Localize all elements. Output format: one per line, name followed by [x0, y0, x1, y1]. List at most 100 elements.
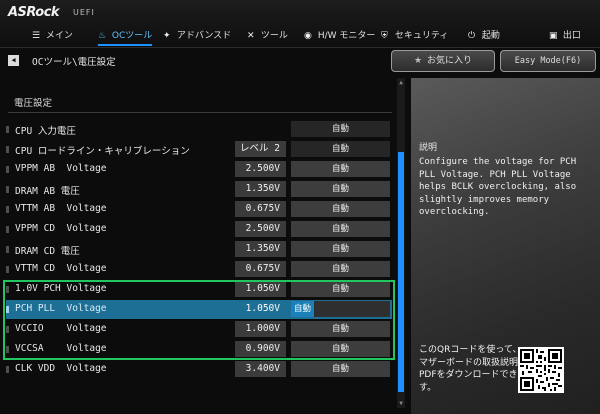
row-marker — [6, 126, 9, 133]
row-marker — [6, 346, 9, 353]
setting-label: CPU 入力電圧 — [15, 126, 76, 137]
help-panel: 説明 Configure the voltage for PCH PLL Vol… — [411, 78, 600, 414]
setting-row-vttm-ab[interactable]: VTTM AB Voltage 0.675V 自動 — [6, 200, 392, 219]
breadcrumb-bar: ◀ OCツール\電圧設定 — [0, 50, 396, 72]
tab-label: セキュリティ — [394, 31, 449, 41]
favorites-label: お気に入り — [427, 56, 473, 66]
tab-label: OCツール — [111, 31, 153, 41]
setting-value[interactable]: 1.050V — [235, 281, 286, 297]
setting-value[interactable]: 0.900V — [235, 341, 286, 357]
setting-mode-button[interactable]: 自動 — [291, 201, 390, 217]
favorites-button[interactable]: ★ お気に入り — [391, 50, 495, 72]
setting-value[interactable]: 1.350V — [235, 241, 286, 257]
qr-code-icon — [518, 347, 564, 393]
setting-row-vppm-cd[interactable]: VPPM CD Voltage 2.500V 自動 — [6, 220, 392, 239]
qr-description: このQRコードを使って、マザーボードの取扱説明書PDFをダウンロードできます。 — [419, 345, 528, 393]
row-marker — [6, 206, 9, 213]
setting-row-clk-vdd[interactable]: CLK VDD Voltage 3.400V 自動 — [6, 360, 392, 379]
setting-mode-button[interactable]: 自動 — [291, 221, 390, 237]
row-marker — [6, 366, 9, 373]
setting-label: 1.0V PCH Voltage — [15, 283, 107, 294]
setting-row-pch-pll[interactable]: PCH PLL Voltage 1.050V 自動 — [6, 300, 392, 319]
tab-label: 出口 — [562, 31, 581, 41]
row-marker — [6, 186, 9, 193]
tab-main[interactable]: ☰ メイン — [32, 26, 73, 46]
tab-advanced[interactable]: ✦ アドバンスド — [163, 26, 231, 46]
setting-label: VPPM CD Voltage — [15, 223, 107, 234]
back-button[interactable]: ◀ — [8, 55, 19, 66]
setting-value[interactable]: 1.050V — [235, 301, 286, 317]
setting-row-vppm-ab[interactable]: VPPM AB Voltage 2.500V 自動 — [6, 160, 392, 179]
section-divider — [8, 112, 392, 113]
scroll-up-icon[interactable]: ▲ — [397, 78, 405, 87]
auto-badge: 自動 — [291, 301, 315, 317]
easy-mode-button[interactable]: Easy Mode(F6) — [500, 50, 596, 72]
row-marker — [6, 166, 9, 173]
setting-value[interactable]: レベル 2 — [235, 141, 286, 157]
setting-mode-button[interactable]: 自動 — [291, 361, 390, 377]
setting-value[interactable]: 3.400V — [235, 361, 286, 377]
tab-label: ツール — [260, 31, 288, 41]
scrollbar-thumb[interactable] — [398, 152, 404, 392]
setting-mode-button[interactable]: 自動 — [291, 301, 390, 317]
help-description: Configure the voltage for PCH PLL Voltag… — [419, 157, 577, 217]
setting-mode-button[interactable]: 自動 — [291, 161, 390, 177]
setting-row-dram-ab[interactable]: DRAM AB 電圧 1.350V 自動 — [6, 180, 392, 199]
setting-mode-button[interactable]: 自動 — [291, 261, 390, 277]
setting-value[interactable]: 2.500V — [235, 221, 286, 237]
tab-label: 起動 — [481, 31, 500, 41]
scroll-down-icon[interactable]: ▼ — [397, 399, 405, 408]
setting-row-vccsa[interactable]: VCCSA Voltage 0.900V 自動 — [6, 340, 392, 359]
setting-row-vttm-cd[interactable]: VTTM CD Voltage 0.675V 自動 — [6, 260, 392, 279]
tab-boot[interactable]: ⏻ 起動 — [468, 26, 500, 46]
flame-icon: ♨ — [98, 31, 107, 41]
row-marker — [6, 306, 9, 313]
setting-mode-button[interactable]: 自動 — [291, 181, 390, 197]
setting-row-cpu-input-voltage[interactable]: CPU 入力電圧 自動 — [6, 120, 392, 139]
setting-mode-button[interactable]: 自動 — [291, 141, 390, 157]
row-marker — [6, 146, 9, 153]
row-marker — [6, 286, 9, 293]
star-icon: ★ — [413, 56, 423, 66]
setting-label: VCCIO Voltage — [15, 323, 107, 334]
setting-label: VTTM AB Voltage — [15, 203, 107, 214]
row-marker — [6, 266, 9, 273]
help-title: 説明 — [419, 143, 438, 153]
setting-mode-button[interactable]: 自動 — [291, 121, 390, 137]
tab-oc-tools[interactable]: ♨ OCツール — [98, 26, 153, 46]
row-marker — [6, 326, 9, 333]
setting-mode-button[interactable]: 自動 — [291, 341, 390, 357]
row-marker — [6, 246, 9, 253]
setting-value[interactable]: 1.350V — [235, 181, 286, 197]
setting-label: VCCSA Voltage — [15, 343, 107, 354]
tab-security[interactable]: ⛨ セキュリティ — [381, 26, 448, 46]
setting-label: DRAM AB 電圧 — [15, 186, 80, 197]
setting-mode-button[interactable]: 自動 — [291, 281, 390, 297]
tab-tools[interactable]: ✕ ツール — [247, 26, 288, 46]
setting-value[interactable]: 0.675V — [235, 261, 286, 277]
setting-row-cpu-load-line[interactable]: CPU ロードライン・キャリブレーション レベル 2 自動 — [6, 140, 392, 159]
setting-mode-button[interactable]: 自動 — [291, 241, 390, 257]
setting-value[interactable]: 2.500V — [235, 161, 286, 177]
tab-exit[interactable]: ▣ 出口 — [549, 26, 581, 46]
tab-label: アドバンスド — [176, 31, 232, 41]
asrock-logo: ASRock — [8, 5, 60, 20]
row-marker — [6, 226, 9, 233]
power-icon: ⏻ — [468, 31, 476, 41]
setting-value[interactable]: 0.675V — [235, 201, 286, 217]
tab-label: メイン — [45, 31, 73, 41]
monitor-icon: ◉ — [304, 31, 312, 41]
setting-row-1v-pch[interactable]: 1.0V PCH Voltage 1.050V 自動 — [6, 280, 392, 299]
setting-label: CLK VDD Voltage — [15, 363, 107, 374]
section-title: 電圧設定 — [14, 98, 53, 109]
back-arrow-icon: ◀ — [11, 56, 16, 64]
exit-icon: ▣ — [549, 31, 558, 41]
wrench-icon: ✕ — [247, 31, 255, 41]
setting-row-dram-cd[interactable]: DRAM CD 電圧 1.350V 自動 — [6, 240, 392, 259]
setting-mode-button[interactable]: 自動 — [291, 321, 390, 337]
setting-value[interactable]: 1.000V — [235, 321, 286, 337]
setting-label: PCH PLL Voltage — [15, 303, 107, 314]
setting-row-vccio[interactable]: VCCIO Voltage 1.000V 自動 — [6, 320, 392, 339]
setting-label: DRAM CD 電圧 — [15, 246, 80, 257]
tab-hw-monitor[interactable]: ◉ H/W モニター — [304, 26, 375, 46]
